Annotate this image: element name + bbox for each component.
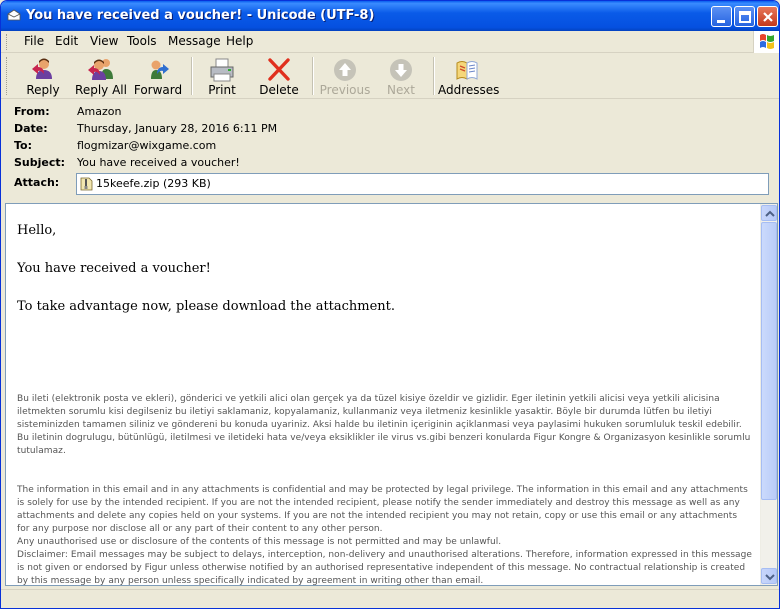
- menu-bar: File Edit View Tools Message Help: [1, 31, 779, 53]
- toolbar-separator: [191, 57, 193, 95]
- print-label: Print: [208, 83, 236, 97]
- title-bar[interactable]: You have received a voucher! - Unicode (…: [1, 1, 779, 31]
- voucher-line: You have received a voucher!: [17, 261, 211, 276]
- windows-logo: [753, 31, 779, 53]
- menu-view[interactable]: View: [90, 34, 118, 48]
- menu-edit[interactable]: Edit: [55, 34, 78, 48]
- date-value: Thursday, January 28, 2016 6:11 PM: [77, 122, 278, 135]
- minimize-icon: [717, 20, 725, 23]
- previous-label: Previous: [319, 83, 371, 97]
- close-icon: [763, 12, 773, 22]
- toolbar-separator: [433, 57, 435, 95]
- reply-all-label: Reply All: [75, 83, 127, 97]
- arrow-down-icon: [390, 59, 412, 81]
- message-body: Hello, You have received a voucher! To t…: [17, 204, 762, 585]
- reply-icon: [32, 58, 52, 79]
- disclaimer-en-paragraph: Disclaimer: Email messages may be subjec…: [17, 550, 752, 585]
- attachment-field[interactable]: 15keefe.zip (293 KB): [76, 173, 769, 195]
- subject-value: You have received a voucher!: [77, 156, 240, 169]
- chevron-down-icon: [765, 574, 775, 581]
- forward-label: Forward: [133, 83, 183, 97]
- reply-label: Reply: [26, 83, 60, 97]
- delete-x-icon: [268, 58, 290, 81]
- menu-tools[interactable]: Tools: [127, 34, 157, 48]
- arrow-up-icon: [334, 59, 356, 81]
- toolbar: Reply Reply All Forward Print Delete Pre…: [1, 53, 779, 99]
- attachment-name[interactable]: 15keefe.zip (293 KB): [96, 177, 211, 190]
- reply-button[interactable]: Reply: [15, 55, 71, 97]
- message-body-frame: Hello, You have received a voucher! To t…: [5, 203, 778, 586]
- disclaimer-tr-paragraph: Bu iletinin dogrulugu, bütünlügü, iletil…: [17, 433, 751, 456]
- forward-icon: [151, 60, 169, 79]
- reply-all-icon: [88, 59, 113, 80]
- addresses-button[interactable]: Addresses: [438, 55, 500, 97]
- printer-icon: [210, 58, 234, 82]
- delete-button[interactable]: Delete: [253, 55, 305, 97]
- scroll-up-button[interactable]: [761, 205, 777, 221]
- window-title: You have received a voucher! - Unicode (…: [26, 8, 375, 23]
- maximize-icon: [739, 11, 751, 23]
- scroll-down-button[interactable]: [761, 568, 777, 584]
- menu-message[interactable]: Message: [168, 34, 221, 48]
- close-button[interactable]: [757, 6, 778, 27]
- toolbar-grip[interactable]: [6, 57, 9, 95]
- from-label: From:: [14, 105, 50, 118]
- windows-flag-icon: [760, 34, 774, 49]
- addresses-label: Addresses: [438, 83, 500, 97]
- address-book-icon: [456, 61, 478, 80]
- to-label: To:: [14, 139, 32, 152]
- date-label: Date:: [14, 122, 48, 135]
- toolbar-separator: [312, 57, 314, 95]
- download-line: To take advantage now, please download t…: [17, 299, 396, 314]
- greeting-line: Hello,: [17, 223, 57, 238]
- disclaimer-tr-paragraph: Bu ileti (elektronik posta ve ekleri), g…: [17, 394, 742, 430]
- print-button[interactable]: Print: [197, 55, 247, 97]
- envelope-icon: [7, 9, 21, 21]
- next-button[interactable]: Next: [375, 55, 427, 97]
- menu-grip[interactable]: [6, 34, 9, 50]
- minimize-button[interactable]: [711, 6, 732, 27]
- from-value: Amazon: [77, 105, 122, 118]
- disclaimer-en-paragraph: Any unauthorised use or disclosure of th…: [17, 537, 502, 547]
- email-window: You have received a voucher! - Unicode (…: [0, 0, 780, 609]
- reply-all-button[interactable]: Reply All: [73, 55, 129, 97]
- scroll-thumb[interactable]: [761, 222, 777, 500]
- status-bar: [1, 589, 779, 608]
- subject-label: Subject:: [14, 156, 66, 169]
- attach-label: Attach:: [14, 176, 60, 189]
- menu-file[interactable]: File: [24, 34, 44, 48]
- disclaimer-english: The information in this email and in any…: [17, 484, 752, 585]
- disclaimer-en-paragraph: The information in this email and in any…: [17, 485, 748, 534]
- disclaimer-turkish: Bu ileti (elektronik posta ve ekleri), g…: [17, 393, 752, 458]
- delete-label: Delete: [259, 83, 299, 97]
- previous-button[interactable]: Previous: [318, 55, 372, 97]
- maximize-button[interactable]: [734, 6, 755, 27]
- to-value: flogmizar@wixgame.com: [77, 139, 217, 152]
- chevron-up-icon: [765, 210, 775, 217]
- zip-file-icon: [80, 177, 93, 191]
- menu-help[interactable]: Help: [226, 34, 253, 48]
- next-label: Next: [387, 83, 415, 97]
- vertical-scrollbar[interactable]: [760, 204, 777, 585]
- forward-button[interactable]: Forward: [131, 55, 185, 97]
- message-header: From: Amazon Date: Thursday, January 28,…: [1, 100, 779, 201]
